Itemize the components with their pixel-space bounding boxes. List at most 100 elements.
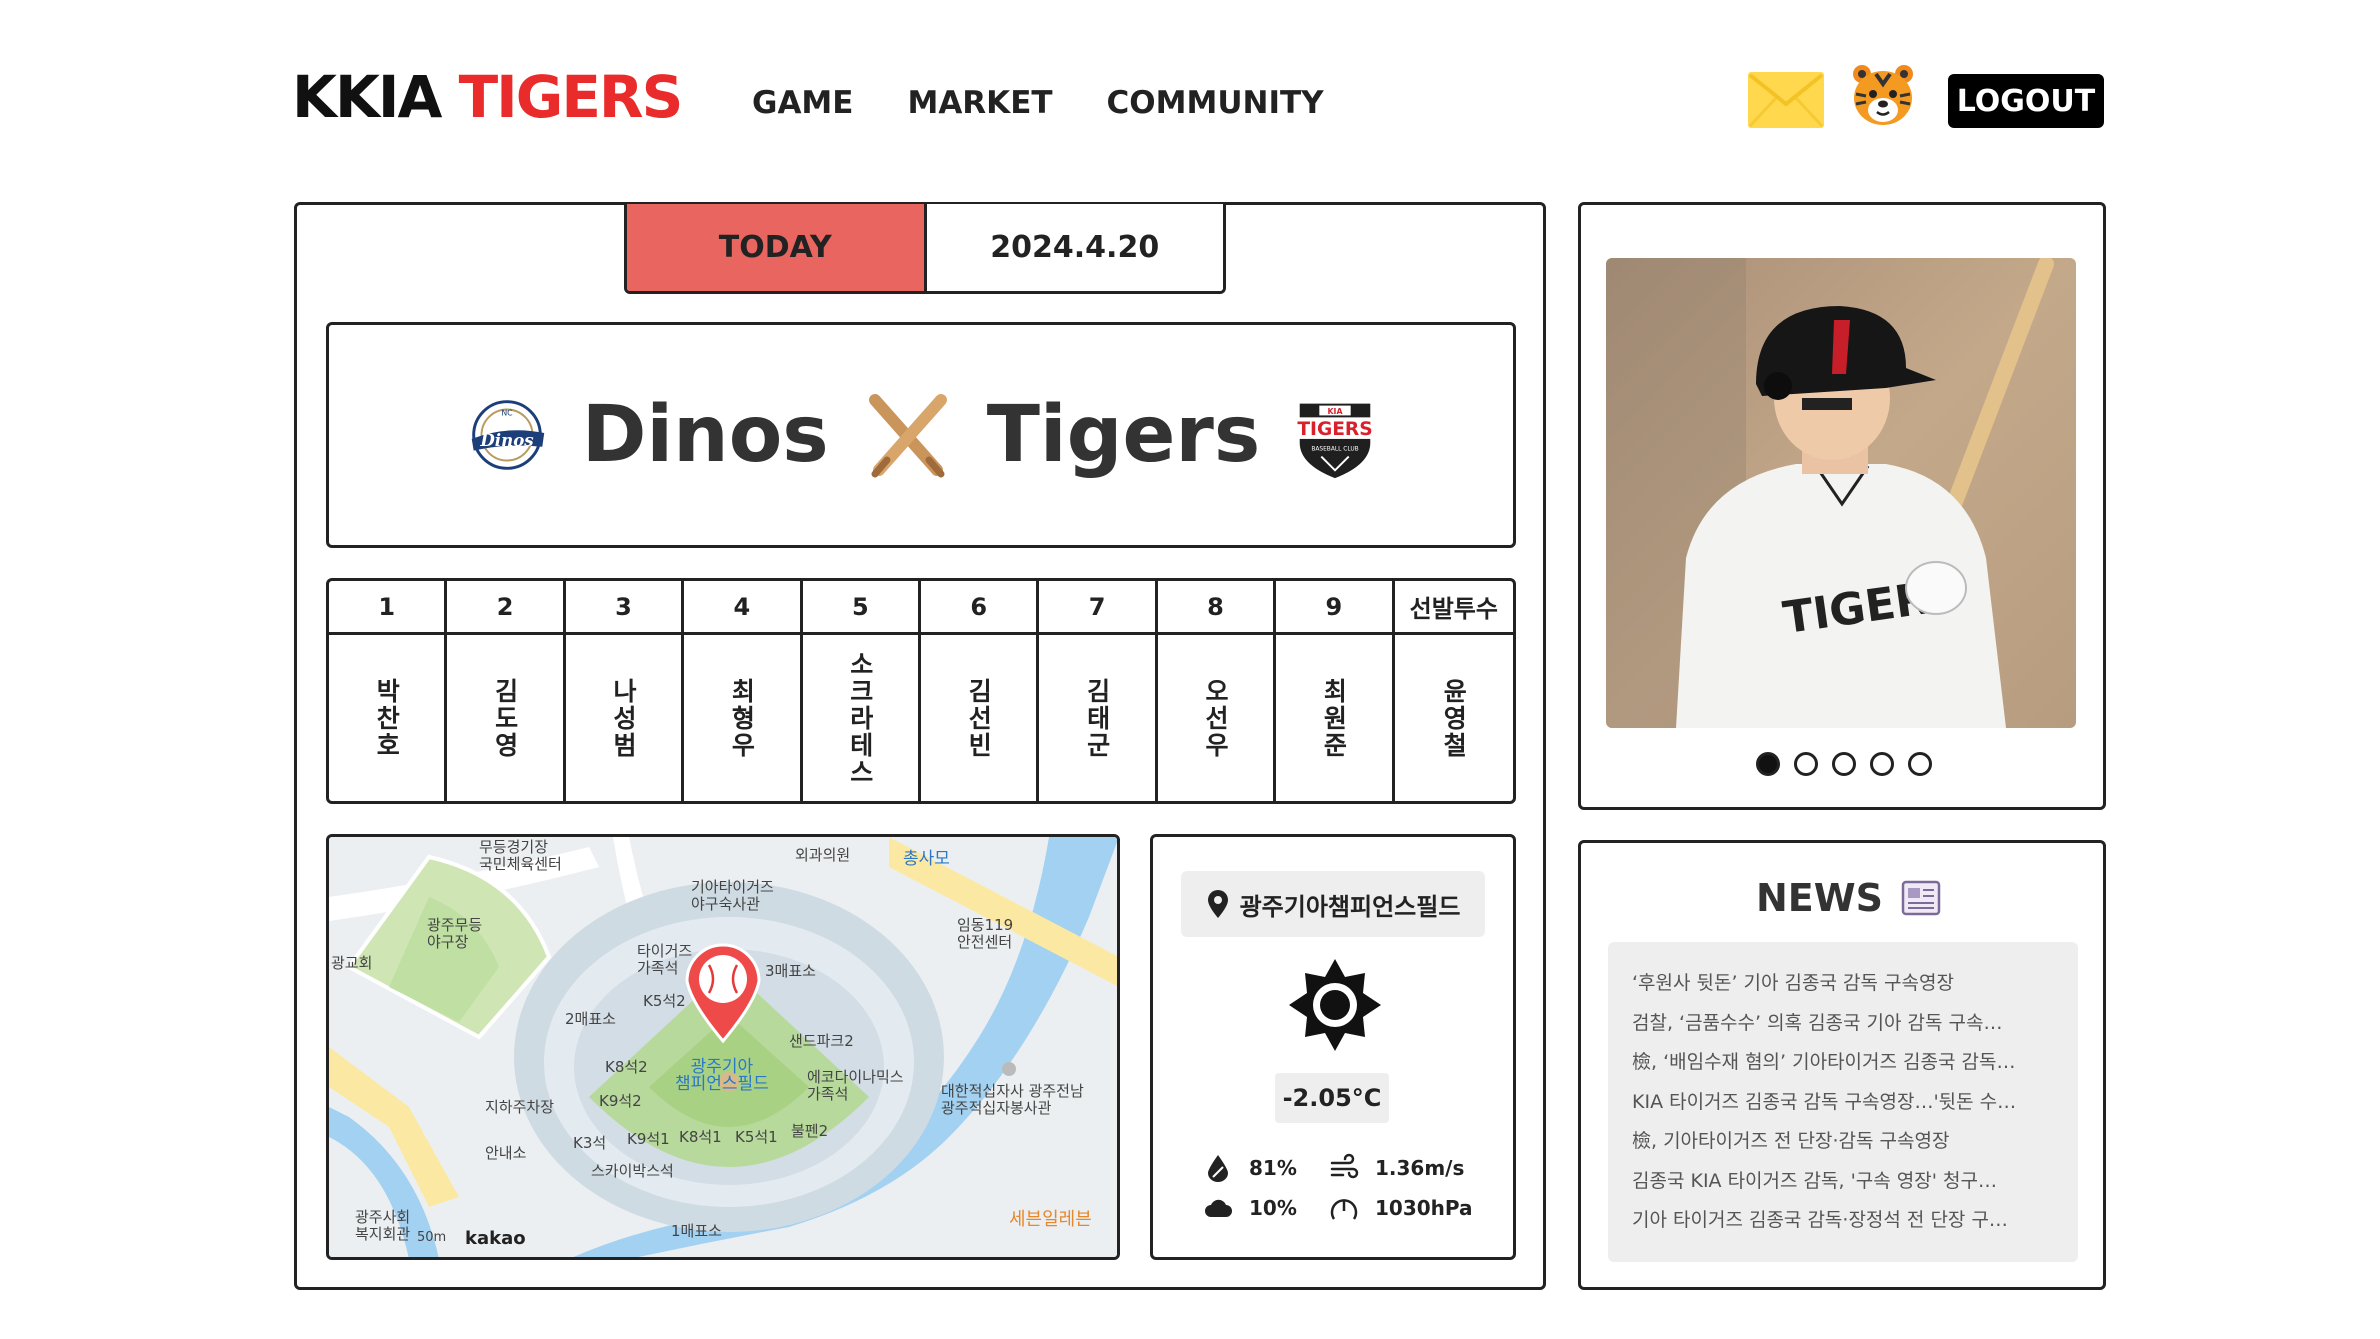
map-label: 3매표소 [765,962,816,980]
map-pin-icon [1207,890,1228,918]
lineup-header: 5 [802,581,921,635]
map-label: 광주사회 복지회관 [355,1208,411,1243]
temperature: -2.05°C [1275,1073,1389,1123]
carousel-dot[interactable] [1908,752,1932,776]
carousel-dot[interactable] [1794,752,1818,776]
news-item[interactable]: 檢, ‘배임수재 혐의’ 기아타이거즈 김종국 감독… [1632,1043,2054,1083]
home-team-name: Dinos [581,390,829,480]
map-label: 무등경기장 국민체육센터 [479,838,562,873]
news-item[interactable]: 김종국 KIA 타이거즈 감독, '구속 영장' 청구… [1632,1162,2054,1202]
carousel-dot[interactable] [1870,752,1894,776]
lineup-header: 8 [1157,581,1277,635]
weather-card: 광주기아챔피언스필드 -2.05°C 81% 1.36m/s 10% 1030h… [1150,834,1516,1260]
weather-location-name: 광주기아챔피언스필드 [1239,892,1461,921]
today-tab[interactable]: TODAY [627,204,927,291]
game-date: 2024.4.20 [926,204,1223,291]
matchup-card: Dinos NC Dinos Tigers KIA TIGERS BASEBAL… [326,322,1516,548]
news-list: ‘후원사 뒷돈’ 기아 김종국 감독 구속영장 검찰, ‘금품수수’ 의혹 김종… [1608,942,2078,1262]
logo-suffix: TIGERS [458,63,684,131]
cloud-icon [1205,1199,1232,1217]
map-label: 에코다이나믹스 가족석 [807,1068,904,1103]
lineup-player: 오선우 [1158,635,1277,801]
sun-icon [1289,959,1381,1051]
news-item[interactable]: ‘후원사 뒷돈’ 기아 김종국 감독 구속영장 [1632,964,2054,1004]
envelope-icon[interactable] [1748,72,1824,128]
nav-game[interactable]: GAME [752,80,853,126]
map-label: 외과의원 [795,846,851,864]
pressure-row: 1030hPa [1329,1193,1473,1223]
map-label: 1매표소 [671,1222,722,1240]
crossed-bats-icon [868,394,947,478]
map-label: K8석2 [605,1058,648,1076]
svg-text:Dinos: Dinos [479,430,534,450]
map-scale: 50m [417,1230,447,1245]
map-label: 안내소 [485,1144,527,1162]
map-label: K3석 [573,1134,607,1152]
stadium-map[interactable]: 무등경기장 국민체육센터 외과의원 총사모 기아타이거즈 야구숙사관 광주무등 야구장… [326,834,1120,1260]
lineup-header: 6 [921,581,1040,635]
lineup-player: 최형우 [684,635,803,801]
date-tabs: TODAY 2024.4.20 [624,204,1226,294]
map-label: 광교회 [331,954,373,972]
map-label: K5석2 [643,992,686,1010]
lineup-header: 7 [1039,581,1158,635]
tiger-avatar-icon[interactable] [1850,62,1916,128]
lineup-player: 나성범 [566,635,685,801]
lineup-header: 선발투수 [1394,581,1513,635]
logout-button[interactable]: LOGOUT [1948,74,2104,128]
pressure-gauge-icon [1330,1199,1358,1220]
map-label: 샌드파크2 [789,1032,854,1050]
lineup-player: 김태군 [1039,635,1158,801]
nav-market[interactable]: MARKET [907,80,1052,126]
player-photo[interactable]: TIGERS [1606,258,2076,728]
newspaper-icon [1901,880,1941,916]
map-label: K8석1 [679,1128,722,1146]
lineup-header: 2 [447,581,566,635]
cloud-value: 10% [1249,1196,1297,1220]
pressure-value: 1030hPa [1375,1196,1473,1220]
map-label: 기아타이거즈 야구숙사관 [691,878,774,913]
lineup-header: 4 [684,581,803,635]
svg-text:BASEBALL CLUB: BASEBALL CLUB [1312,447,1359,453]
nav-community[interactable]: COMMUNITY [1107,80,1324,126]
lineup-player: 김선빈 [921,635,1040,801]
cloud-row: 10% [1203,1193,1297,1223]
map-provider-logo: kakao [465,1228,526,1249]
wind-icon [1330,1153,1359,1179]
map-label: 임동119 안전센터 [957,916,1014,951]
dinos-logo-icon: Dinos NC [471,400,544,470]
news-title: NEWS [1756,876,1884,920]
wind-row: 1.36m/s [1329,1153,1464,1183]
carousel-dot[interactable] [1832,752,1856,776]
lineup-header: 3 [565,581,685,635]
humidity-row: 81% [1203,1153,1297,1183]
lineup-header: 9 [1276,581,1395,635]
map-label: 광주기아 챔피언스필드 [675,1057,769,1094]
site-logo[interactable]: KKIA TIGERS [292,62,684,132]
map-label: 광주무등 야구장 [427,916,483,951]
carousel-dots [1756,752,1932,776]
main-nav: GAME MARKET COMMUNITY [752,80,1324,126]
location-pin-icon[interactable] [683,941,763,1045]
map-label: 불펜2 [791,1122,829,1140]
svg-text:TIGERS: TIGERS [1298,419,1373,440]
map-label: 2매표소 [565,1010,616,1028]
humidity-icon [1208,1155,1228,1182]
news-item[interactable]: KIA 타이거즈 김종국 감독 구속영장…'뒷돈 수… [1632,1083,2054,1123]
lineup-player: 소크라테스 [803,635,921,801]
lineup-header: 1 [329,581,448,635]
news-header: NEWS [1756,876,1941,920]
lineup-player: 박찬호 [329,635,448,801]
carousel-dot[interactable] [1756,752,1780,776]
news-item[interactable]: 검찰, ‘금품수수’ 의혹 김종국 기아 감독 구속… [1632,1004,2054,1044]
news-item[interactable]: 檢, 기아타이거즈 전 단장·감독 구속영장 [1632,1122,2054,1162]
news-item[interactable]: 기아 타이거즈 김종국 감독·장정석 전 단장 구… [1632,1201,2054,1241]
away-team-name: Tigers [986,390,1261,480]
lineup-table: 1 2 3 4 5 6 7 8 9 선발투수 박찬호 김도영 나성범 최형우 소… [326,578,1516,804]
map-label: 총사모 [903,849,950,869]
weather-location: 광주기아챔피언스필드 [1181,871,1485,937]
tigers-logo-icon: KIA TIGERS BASEBALL CLUB [1296,403,1375,479]
map-label: K9석1 [627,1130,670,1148]
svg-text:KIA: KIA [1328,407,1344,416]
map-label: K9석2 [599,1092,642,1110]
